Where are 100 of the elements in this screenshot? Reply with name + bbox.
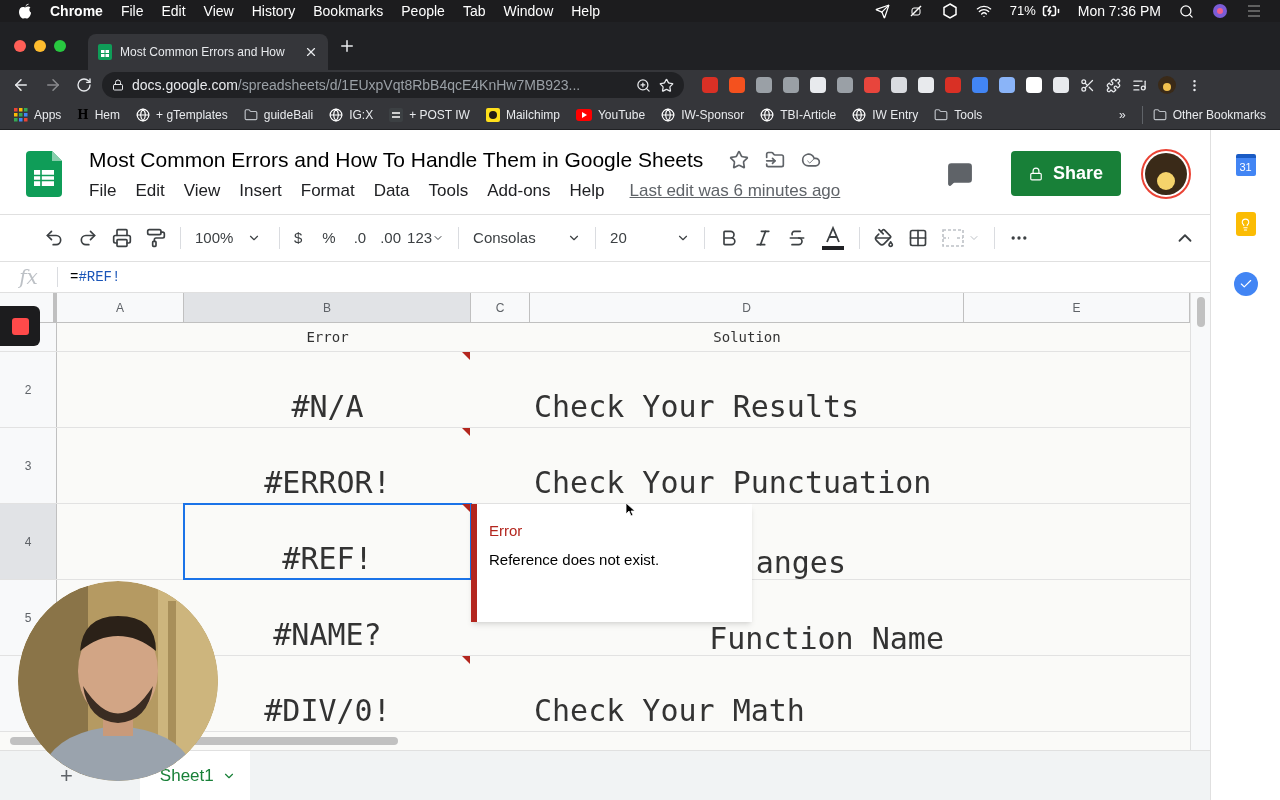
row-number[interactable]: 4 <box>24 532 32 551</box>
menu-item[interactable]: Edit <box>135 177 165 203</box>
menu-item[interactable]: History <box>251 0 296 22</box>
bookmark[interactable]: guideBali <box>243 105 314 124</box>
redo-icon[interactable] <box>78 228 98 248</box>
last-edit-link[interactable]: Last edit was 6 minutes ago <box>629 177 841 203</box>
new-tab-icon[interactable] <box>338 37 356 55</box>
profile-avatar <box>1158 76 1176 94</box>
bookmark[interactable]: YouTube <box>575 105 646 124</box>
font-dropdown[interactable]: Consolas <box>473 226 582 250</box>
account-avatar[interactable] <box>1141 148 1191 199</box>
menu-item[interactable]: Help <box>571 0 601 22</box>
extension-icon[interactable] <box>756 77 772 93</box>
zoom-dropdown[interactable]: 100% <box>195 226 265 250</box>
share-button[interactable]: Share <box>1011 151 1121 196</box>
paint-format-icon[interactable] <box>146 228 166 248</box>
zoom-window-button[interactable] <box>54 40 66 52</box>
currency-button[interactable]: $ <box>294 226 303 250</box>
extension-icon[interactable] <box>837 77 853 93</box>
menu-item[interactable]: File <box>89 177 117 203</box>
menu-item[interactable]: Add-ons <box>487 177 551 203</box>
media-icon[interactable] <box>1132 77 1147 93</box>
record-button[interactable] <box>0 306 40 346</box>
extension-icon[interactable] <box>729 77 745 93</box>
bookmark[interactable]: H Hem <box>77 105 121 124</box>
text-color-icon[interactable] <box>821 225 846 251</box>
extension-icon[interactable] <box>810 77 826 93</box>
bookmark[interactable]: + gTemplates <box>136 105 228 124</box>
menu-item[interactable]: Data <box>373 177 410 203</box>
menu-item[interactable]: Tab <box>462 0 486 22</box>
reload-icon[interactable] <box>76 77 92 93</box>
menu-item[interactable]: Insert <box>239 177 282 203</box>
extension-icon[interactable] <box>999 77 1015 93</box>
undo-icon[interactable] <box>44 228 64 248</box>
globe-icon <box>329 107 344 122</box>
row-number[interactable]: 5 <box>24 608 32 627</box>
font-size-dropdown[interactable]: 20 <box>610 226 691 250</box>
cell-text: Function Name <box>709 624 944 654</box>
bookmark[interactable]: Tools <box>934 105 983 124</box>
menu-item[interactable]: Window <box>503 0 554 22</box>
bookmark[interactable]: Mailchimp <box>485 105 560 124</box>
extension-icon[interactable] <box>783 77 799 93</box>
bookmark[interactable]: IG:X <box>329 105 374 124</box>
bookmark[interactable]: TBI-Article <box>760 105 837 124</box>
menu-item[interactable]: Format <box>300 177 355 203</box>
row-number[interactable]: 3 <box>24 456 32 475</box>
increase-decimals-button[interactable]: .00 <box>380 226 402 250</box>
close-tab-icon[interactable] <box>304 45 318 59</box>
star-icon[interactable] <box>729 149 750 170</box>
extensions-icon[interactable] <box>1106 77 1121 93</box>
folder-icon <box>243 107 258 122</box>
bookmark[interactable]: IW-Sponsor <box>661 105 745 124</box>
formula-field[interactable]: =#REF! <box>70 266 121 288</box>
menu-item[interactable]: Help <box>569 177 605 203</box>
calendar-icon[interactable]: 31 <box>1235 154 1256 176</box>
address-field[interactable]: docs.google.com/spreadsheets/d/1EUxpVqt8RbB4qcE4KnHw7MB923... <box>102 72 684 98</box>
percent-button[interactable]: % <box>322 226 336 250</box>
print-icon[interactable] <box>112 228 132 248</box>
extension-icon[interactable] <box>918 77 934 93</box>
forward-icon[interactable] <box>44 76 62 94</box>
menu-item[interactable]: View <box>183 177 221 203</box>
add-sheet-button[interactable]: + <box>60 764 73 787</box>
merge-cells-icon[interactable] <box>942 229 981 247</box>
clock: Mon 7:36 PM <box>1077 1 1161 21</box>
menu-item[interactable]: File <box>120 0 144 22</box>
row-number[interactable]: 2 <box>24 380 32 399</box>
bookmark[interactable]: Other Bookmarks <box>1141 105 1266 124</box>
tasks-icon[interactable] <box>1233 272 1258 296</box>
bookmark[interactable]: IW Entry <box>852 105 919 124</box>
menu-item[interactable]: Tools <box>428 177 469 203</box>
vertical-scrollbar[interactable] <box>1196 297 1205 327</box>
lock-icon <box>1029 166 1043 181</box>
menu-item[interactable]: View <box>203 0 234 22</box>
back-icon[interactable] <box>12 76 30 94</box>
column-header[interactable]: B <box>184 293 471 322</box>
decrease-decimals-button[interactable]: .0 <box>353 226 367 250</box>
fill-color-icon[interactable] <box>874 228 895 248</box>
apps-grid-icon <box>14 107 28 122</box>
close-window-button[interactable] <box>14 40 26 52</box>
more-bookmarks[interactable]: » <box>1118 105 1126 124</box>
borders-icon[interactable] <box>908 228 929 248</box>
cell-text: Check Your Results <box>534 387 860 425</box>
comments-icon[interactable] <box>947 160 973 187</box>
scissors-icon[interactable] <box>1080 77 1095 93</box>
menu-item[interactable]: Bookmarks <box>313 0 384 22</box>
bookmark[interactable]: + POST IW <box>389 105 470 124</box>
extension-icon[interactable] <box>1053 77 1069 93</box>
extension-icon[interactable] <box>891 77 907 93</box>
browser-tab[interactable]: Most Common Errors and How <box>88 34 328 70</box>
menu-item[interactable]: Edit <box>161 0 186 22</box>
extension-icon[interactable] <box>1026 77 1042 93</box>
minimize-window-button[interactable] <box>34 40 46 52</box>
zoom-icon[interactable] <box>636 77 651 93</box>
bookmark-star-icon[interactable] <box>659 77 674 93</box>
menu-item[interactable]: People <box>401 0 445 22</box>
document-title[interactable]: Most Common Errors and How To Handle Them in Google Sheets <box>89 144 704 176</box>
search-icon[interactable] <box>1179 3 1194 19</box>
bookmark[interactable]: Apps <box>14 105 62 124</box>
number-format-dropdown[interactable]: 123 <box>407 226 445 250</box>
move-folder-icon[interactable] <box>765 149 786 170</box>
